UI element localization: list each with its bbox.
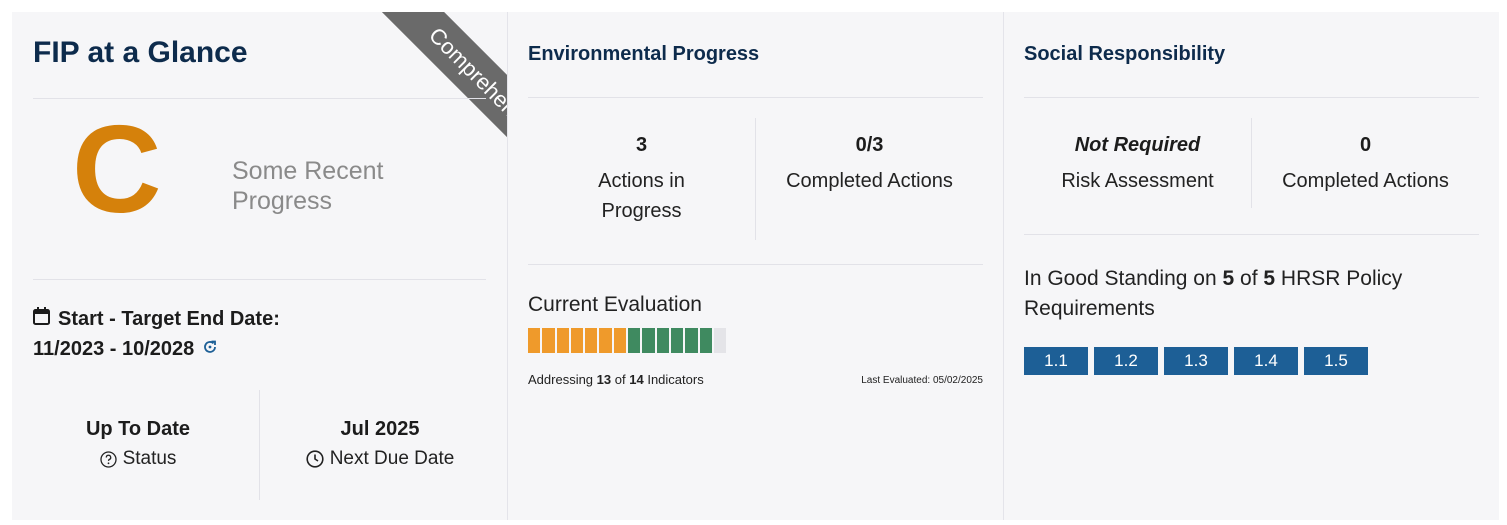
fip-dashboard: FIP at a Glance Comprehensive C Some Rec… — [12, 12, 1499, 520]
dates-value: 11/2023 - 10/2028 — [33, 338, 195, 360]
indicator-segment — [656, 328, 669, 353]
indicator-segment — [670, 328, 684, 353]
addressing-text: Addressing 13 of 14 Indicators — [528, 372, 704, 387]
divider — [259, 390, 260, 500]
addressing-total: 14 — [629, 372, 644, 387]
indicator-progress-bar — [528, 328, 727, 353]
risk-label: Risk Assessment — [1061, 170, 1214, 192]
standing-text: In Good Standing on 5 of 5 HRSR Policy R… — [1024, 264, 1444, 324]
status-value: Up To Date — [85, 418, 191, 440]
glance-title: FIP at a Glance — [33, 36, 248, 69]
standing-total: 5 — [1263, 267, 1276, 290]
in-progress-value: 3 — [635, 134, 648, 156]
indicator-segment — [542, 328, 555, 353]
actions-in-progress-metric: 3 Actions in Progress — [528, 134, 755, 226]
standing-count: 5 — [1222, 267, 1235, 290]
social-title: Social Responsibility — [1024, 43, 1226, 65]
addressing-count: 13 — [596, 372, 612, 387]
divider — [33, 98, 486, 99]
due-date-stat: Jul 2025 Next Due Date — [274, 418, 486, 470]
glance-panel: FIP at a Glance Comprehensive C Some Rec… — [12, 12, 507, 520]
due-label-row: Next Due Date — [274, 448, 486, 470]
indicator-segment — [699, 328, 712, 353]
requirement-button[interactable]: 1.3 — [1164, 347, 1228, 375]
indicator-segment — [585, 328, 598, 353]
dates-label: Start - Target End Date: — [58, 307, 280, 330]
completed-value: 0/3 — [855, 134, 884, 156]
refresh-icon[interactable] — [202, 338, 218, 361]
environmental-panel: Environmental Progress 3 Actions in Prog… — [507, 12, 1003, 520]
risk-value: Not Required — [1074, 134, 1201, 156]
requirement-button[interactable]: 1.5 — [1304, 347, 1368, 375]
divider — [33, 279, 486, 280]
social-panel: Social Responsibility Not Required Risk … — [1003, 12, 1499, 520]
social-completed-value: 0 — [1359, 134, 1372, 156]
indicator-segment — [713, 328, 727, 353]
requirement-button[interactable]: 1.1 — [1024, 347, 1088, 375]
addressing-suffix: Indicators — [647, 372, 704, 387]
status-label-row: Status — [33, 448, 243, 470]
indicator-segment — [556, 328, 569, 353]
indicator-segment — [628, 328, 641, 353]
due-value: Jul 2025 — [340, 418, 420, 440]
requirement-button[interactable]: 1.4 — [1234, 347, 1298, 375]
calendar-icon — [33, 307, 50, 331]
risk-assessment-metric: Not Required Risk Assessment — [1024, 134, 1251, 196]
status-stat: Up To Date Status — [33, 418, 243, 470]
indicator-segment — [570, 328, 584, 353]
indicator-segment — [528, 328, 541, 353]
indicator-segment — [642, 328, 655, 353]
requirement-button[interactable]: 1.2 — [1094, 347, 1158, 375]
standing-of: of — [1240, 267, 1258, 290]
dates-heading: Start - Target End Date: — [33, 307, 280, 331]
social-completed-metric: 0 Completed Actions — [1252, 134, 1479, 196]
divider — [1024, 234, 1479, 235]
in-progress-label: Actions in Progress — [598, 170, 685, 222]
last-evaluated: Last Evaluated: 05/02/2025 — [861, 375, 983, 386]
completed-actions-metric: 0/3 Completed Actions — [756, 134, 983, 196]
grade-letter: C — [72, 101, 162, 239]
environmental-title: Environmental Progress — [528, 43, 760, 65]
divider — [528, 264, 983, 265]
clock-icon — [306, 450, 324, 468]
status-label: Status — [122, 448, 177, 469]
divider — [1024, 97, 1479, 98]
due-label: Next Due Date — [329, 448, 455, 469]
requirements-list: 1.1 1.2 1.3 1.4 1.5 — [1024, 347, 1368, 375]
indicator-segment — [599, 328, 612, 353]
dates-value-row: 11/2023 - 10/2028 — [33, 338, 218, 361]
question-circle-icon[interactable] — [99, 450, 117, 468]
indicator-segment — [685, 328, 698, 353]
addressing-prefix: Addressing — [528, 372, 594, 387]
indicator-segment — [613, 328, 627, 353]
social-completed-label: Completed Actions — [1282, 170, 1449, 192]
standing-prefix: In Good Standing on — [1024, 267, 1217, 290]
addressing-of: of — [614, 372, 626, 387]
divider — [528, 97, 983, 98]
completed-label: Completed Actions — [786, 170, 953, 192]
evaluation-title: Current Evaluation — [528, 293, 702, 316]
grade-description: Some Recent Progress — [232, 157, 384, 215]
